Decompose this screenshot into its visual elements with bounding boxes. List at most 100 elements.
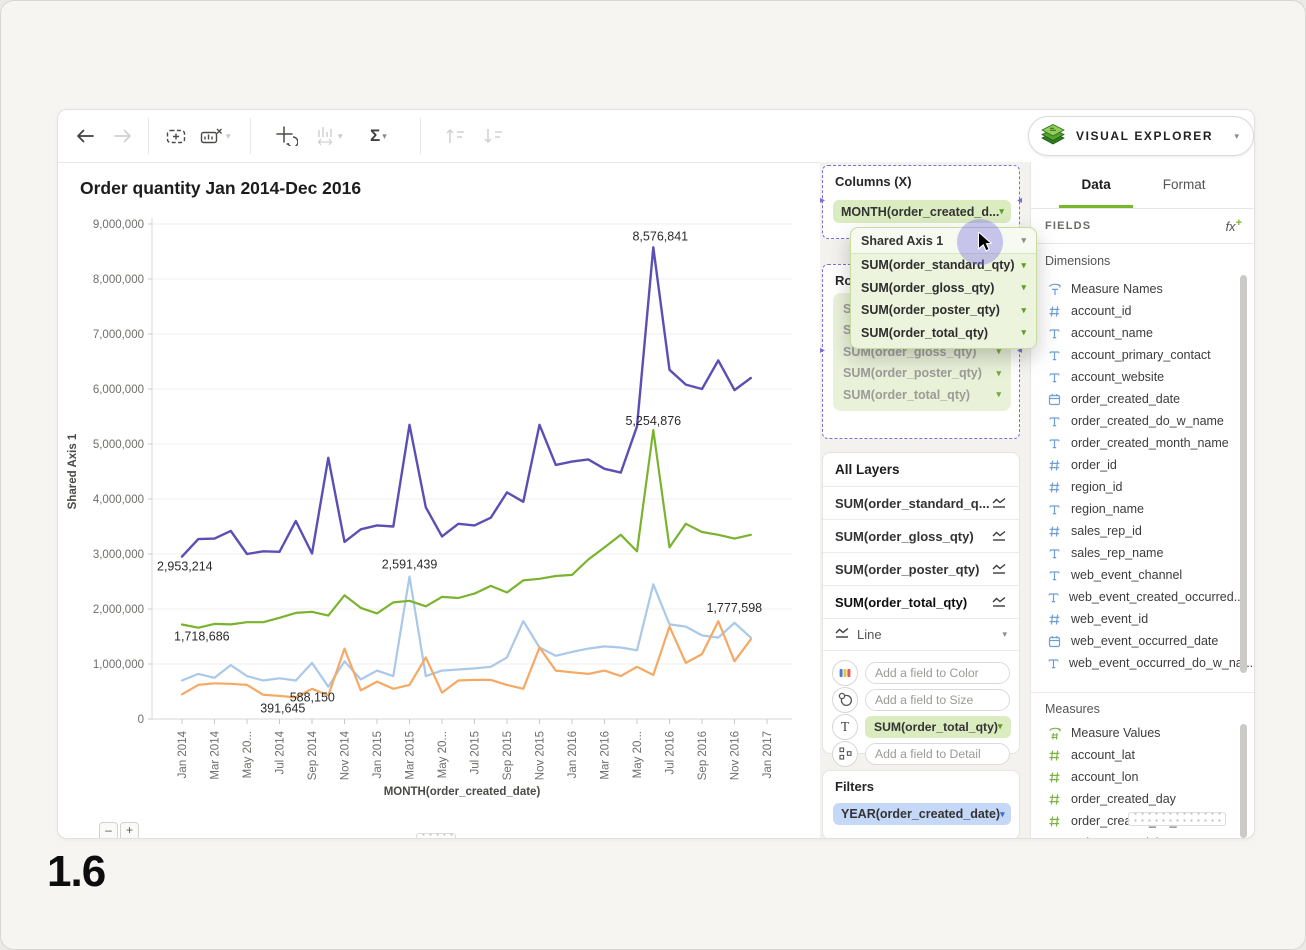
tab-format[interactable]: Format bbox=[1159, 162, 1210, 208]
well-empty-input[interactable]: Add a field to Detail bbox=[865, 743, 1010, 765]
field-item[interactable]: order_id bbox=[1037, 454, 1241, 476]
new-card-button[interactable] bbox=[166, 122, 190, 150]
field-label: region_id bbox=[1071, 480, 1122, 494]
resize-handle[interactable] bbox=[1128, 812, 1226, 826]
sort-ascending-button[interactable] bbox=[444, 122, 468, 150]
resize-handle[interactable] bbox=[416, 833, 456, 839]
field-item[interactable]: order_created_month_name bbox=[1037, 432, 1241, 454]
chevron-down-icon bbox=[1000, 810, 1005, 819]
visual-explorer-logo-icon bbox=[1039, 123, 1067, 149]
layer-row[interactable]: SUM(order_poster_qty) bbox=[823, 553, 1019, 586]
chevron-down-icon bbox=[998, 722, 1003, 731]
well-field-label: SUM(order_total_qty) bbox=[874, 720, 998, 734]
tab-data[interactable]: Data bbox=[1077, 162, 1114, 208]
shared-axis-header[interactable]: Shared Axis 1 bbox=[851, 228, 1036, 254]
field-item[interactable]: web_event_occurred_date bbox=[1037, 630, 1241, 652]
text-icon bbox=[1047, 371, 1062, 384]
field-item[interactable]: account_primary_contact bbox=[1037, 344, 1241, 366]
text-icon bbox=[1047, 591, 1060, 604]
field-item[interactable]: account_website bbox=[1037, 366, 1241, 388]
filters-panel: Filters YEAR(order_created_date) bbox=[822, 770, 1020, 839]
mark-type-select[interactable]: Line bbox=[823, 619, 1019, 651]
swap-axes-button[interactable] bbox=[276, 122, 298, 150]
field-item[interactable]: region_name bbox=[1037, 498, 1241, 520]
forward-button[interactable] bbox=[112, 122, 134, 150]
field-item[interactable]: order_created_do_w_name bbox=[1037, 410, 1241, 432]
columns-shelf-title: Columns (X) bbox=[835, 174, 912, 189]
zoom-out-button[interactable] bbox=[99, 822, 118, 839]
svg-text:8,576,841: 8,576,841 bbox=[632, 229, 688, 243]
number-icon bbox=[1047, 459, 1062, 472]
visual-explorer-button[interactable]: VISUAL EXPLORER bbox=[1028, 116, 1254, 156]
chevron-down-icon bbox=[1021, 236, 1026, 245]
field-item[interactable]: Measure Names bbox=[1037, 278, 1241, 300]
field-item[interactable]: sales_rep_id bbox=[1037, 520, 1241, 542]
zoom-in-button[interactable] bbox=[120, 822, 139, 839]
field-item[interactable]: order_created_hour bbox=[1037, 832, 1241, 839]
field-item[interactable]: sales_rep_name bbox=[1037, 542, 1241, 564]
mouse-cursor-icon bbox=[977, 232, 995, 258]
rows-field-pill[interactable]: SUM(order_total_qty) bbox=[843, 384, 1001, 406]
field-label: account_website bbox=[1071, 370, 1164, 384]
field-item[interactable]: region_id bbox=[1037, 476, 1241, 498]
text-icon bbox=[1047, 349, 1062, 362]
arrow-left-icon bbox=[74, 127, 96, 145]
field-item[interactable]: account_name bbox=[1037, 322, 1241, 344]
layer-label: SUM(order_gloss_qty) bbox=[835, 529, 974, 544]
dragged-field-pill[interactable]: SUM(order_total_qty) bbox=[851, 322, 1036, 345]
dragged-field-list: SUM(order_standard_qty)SUM(order_gloss_q… bbox=[851, 254, 1036, 344]
aggregate-button[interactable] bbox=[370, 122, 387, 150]
layer-row[interactable]: SUM(order_gloss_qty) bbox=[823, 520, 1019, 553]
layer-list: SUM(order_standard_q... SUM(order_gloss_q… bbox=[823, 487, 1019, 619]
dragged-shared-axis-card[interactable]: Shared Axis 1 SUM(order_standard_qty)SUM… bbox=[850, 227, 1037, 349]
measures-label: Measures bbox=[1045, 702, 1100, 716]
field-item[interactable]: account_lat bbox=[1037, 744, 1241, 766]
svg-text:Jan 2014: Jan 2014 bbox=[177, 730, 189, 778]
number-icon bbox=[1047, 815, 1062, 828]
dragged-field-pill[interactable]: SUM(order_standard_qty) bbox=[851, 254, 1036, 277]
field-item[interactable]: account_id bbox=[1037, 300, 1241, 322]
number-icon bbox=[1047, 613, 1062, 626]
rows-field-label: SUM(order_total_qty) bbox=[843, 388, 970, 402]
field-item[interactable]: order_created_date bbox=[1037, 388, 1241, 410]
line-mark-icon bbox=[992, 497, 1007, 509]
field-item[interactable]: web_event_occurred_do_w_na... bbox=[1037, 652, 1241, 674]
svg-text:Mar 2014: Mar 2014 bbox=[210, 730, 222, 779]
layer-row[interactable]: SUM(order_standard_q... bbox=[823, 487, 1019, 520]
data-panel: Data Format FIELDS Dimensions Measure Na… bbox=[1030, 162, 1255, 839]
toolbar-divider bbox=[148, 118, 149, 154]
field-item[interactable]: Measure Values bbox=[1037, 722, 1241, 744]
dragged-field-pill[interactable]: SUM(order_poster_qty) bbox=[851, 299, 1036, 322]
svg-text:Mar 2015: Mar 2015 bbox=[405, 731, 417, 780]
svg-text:2,591,439: 2,591,439 bbox=[382, 558, 438, 572]
histogram-button[interactable] bbox=[316, 122, 343, 150]
field-label: Measure Names bbox=[1071, 282, 1163, 296]
layer-row[interactable]: SUM(order_total_qty) bbox=[823, 586, 1019, 619]
rows-field-pill[interactable]: SUM(order_poster_qty) bbox=[843, 363, 1001, 385]
remove-card-button[interactable] bbox=[200, 122, 231, 150]
svg-text:0: 0 bbox=[138, 714, 144, 726]
layer-label: SUM(order_standard_q... bbox=[835, 496, 990, 511]
sort-descending-button[interactable] bbox=[482, 122, 506, 150]
back-button[interactable] bbox=[74, 122, 96, 150]
chart-area: 01,000,0002,000,0003,000,0004,000,0005,0… bbox=[62, 205, 822, 820]
field-item[interactable]: web_event_id bbox=[1037, 608, 1241, 630]
well-empty-input[interactable]: Add a field to Size bbox=[865, 689, 1010, 711]
field-item[interactable]: account_lon bbox=[1037, 766, 1241, 788]
filter-field-pill[interactable]: YEAR(order_created_date) bbox=[833, 803, 1011, 825]
chevron-down-icon bbox=[1021, 261, 1026, 270]
number-icon bbox=[1047, 305, 1062, 318]
chevron-down-icon bbox=[1234, 132, 1239, 141]
field-item[interactable]: web_event_channel bbox=[1037, 564, 1241, 586]
dimensions-scrollbar[interactable] bbox=[1240, 275, 1247, 673]
field-item[interactable]: order_created_day bbox=[1037, 788, 1241, 810]
add-card-icon bbox=[166, 127, 190, 146]
field-item[interactable]: web_event_created_occurred... bbox=[1037, 586, 1241, 608]
well-field-pill[interactable]: SUM(order_total_qty) bbox=[865, 716, 1011, 738]
measures-scrollbar[interactable] bbox=[1240, 724, 1247, 838]
dragged-field-pill[interactable]: SUM(order_gloss_qty) bbox=[851, 277, 1036, 300]
well-empty-input[interactable]: Add a field to Color bbox=[865, 662, 1010, 684]
order-quantity-line-chart[interactable]: 01,000,0002,000,0003,000,0004,000,0005,0… bbox=[62, 205, 822, 820]
field-label: account_name bbox=[1071, 326, 1153, 340]
add-calculated-field-icon[interactable] bbox=[1225, 217, 1242, 234]
